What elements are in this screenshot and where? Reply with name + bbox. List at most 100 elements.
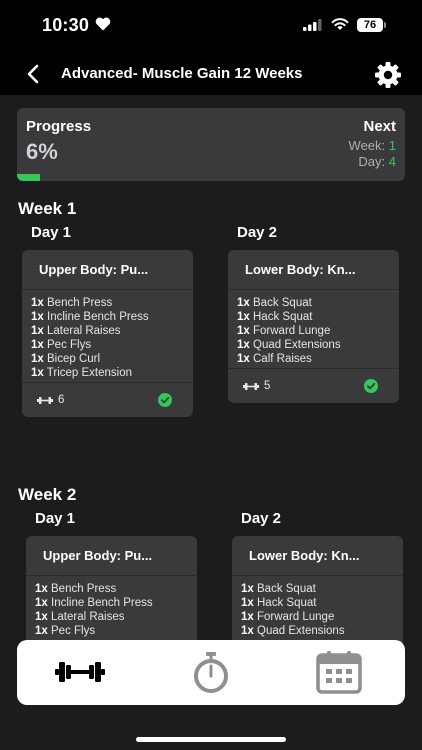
exercise-list: 1x Back Squat 1x Hack Squat 1x Forward L… (228, 290, 399, 368)
exercise-item: 1x Lateral Raises (31, 324, 193, 338)
exercise-item: 1x Bicep Curl (31, 352, 193, 366)
next-week-value: 1 (388, 138, 396, 153)
exercise-qty: 1x (35, 597, 48, 609)
workout-card-week1-day2[interactable]: Lower Body: Kn... 1x Back Squat 1x Hack … (228, 250, 399, 403)
tab-workouts[interactable] (17, 640, 146, 705)
exercise-name: Lateral Raises (47, 325, 121, 337)
page-title: Advanced- Muscle Gain 12 Weeks (61, 65, 303, 82)
exercise-item: 1x Forward Lunge (241, 610, 403, 624)
exercise-item: 1x Lateral Raises (35, 610, 197, 624)
exercise-qty: 1x (237, 297, 250, 309)
day-title: Day 1 (31, 224, 72, 241)
exercise-qty: 1x (31, 353, 44, 365)
signal-icon (303, 19, 322, 31)
exercise-name: Bicep Curl (47, 353, 101, 365)
next-week-label: Week: (348, 138, 386, 153)
exercise-qty: 1x (237, 339, 250, 351)
exercise-item: 1x Back Squat (237, 296, 399, 310)
stopwatch-icon (194, 652, 228, 693)
checkmark-icon (364, 379, 378, 393)
exercise-name: Hack Squat (253, 311, 313, 323)
exercise-qty: 1x (241, 625, 254, 637)
wifi-icon (331, 18, 349, 30)
tab-timer[interactable] (146, 640, 275, 705)
day-title: Day 2 (241, 510, 282, 527)
exercise-item: 1x Pec Flys (31, 338, 193, 352)
card-footer: 5 (228, 369, 399, 403)
exercise-qty: 1x (237, 325, 250, 337)
status-time: 10:30 (42, 15, 90, 35)
tab-bar (17, 640, 405, 705)
exercise-qty: 1x (31, 325, 44, 337)
exercise-qty: 1x (31, 339, 44, 351)
exercise-name: Forward Lunge (257, 611, 335, 623)
exercise-item: 1x Quad Extensions (241, 624, 403, 638)
week-title: Week 2 (18, 485, 77, 504)
exercise-qty: 1x (35, 625, 48, 637)
exercise-item: 1x Forward Lunge (237, 324, 399, 338)
exercise-item: 1x Pec Flys (35, 624, 197, 638)
exercise-qty: 1x (35, 611, 48, 623)
exercise-name: Pec Flys (47, 339, 92, 351)
progress-value: 6% (26, 139, 58, 164)
exercise-item: 1x Bench Press (31, 296, 193, 310)
workout-card-week1-day1[interactable]: Upper Body: Pu... 1x Bench Press 1x Incl… (22, 250, 193, 417)
nav-bar: Advanced- Muscle Gain 12 Weeks (0, 52, 422, 95)
dumbbell-icon (243, 383, 259, 390)
exercise-list: 1x Bench Press 1x Incline Bench Press 1x… (26, 576, 197, 640)
day-title: Day 2 (237, 224, 278, 241)
exercise-item: 1x Bench Press (35, 582, 197, 596)
next-day: Day: 4 (358, 154, 396, 169)
back-chevron-icon[interactable] (22, 62, 46, 86)
exercise-item: 1x Incline Bench Press (35, 596, 197, 610)
exercise-qty: 1x (31, 367, 44, 379)
progress-label: Progress (26, 118, 92, 135)
exercise-count: 6 (58, 394, 65, 406)
gear-icon[interactable] (372, 59, 404, 91)
exercise-name: Quad Extensions (257, 625, 345, 637)
day-title: Day 1 (35, 510, 76, 527)
dumbbell-icon (55, 662, 105, 682)
exercise-name: Pec Flys (51, 625, 96, 637)
exercise-item: 1x Hack Squat (241, 596, 403, 610)
status-bar: 10:30 76 (0, 0, 422, 52)
exercise-qty: 1x (241, 611, 254, 623)
next-day-value: 4 (388, 154, 396, 169)
battery-tip (384, 22, 386, 28)
calendar-icon (316, 651, 362, 694)
exercise-name: Bench Press (51, 583, 117, 595)
progress-bar (17, 174, 405, 181)
exercise-qty: 1x (35, 583, 48, 595)
workout-card-week2-day1[interactable]: Upper Body: Pu... 1x Bench Press 1x Incl… (26, 536, 197, 651)
exercise-name: Incline Bench Press (47, 311, 149, 323)
tab-calendar[interactable] (275, 640, 404, 705)
next-label: Next (363, 118, 396, 135)
heart-icon (95, 17, 111, 31)
dumbbell-icon (37, 397, 53, 404)
card-footer: 6 (22, 383, 193, 417)
exercise-item: 1x Hack Squat (237, 310, 399, 324)
exercise-name: Calf Raises (253, 353, 312, 365)
progress-card: Progress 6% Next Week: 1 Day: 4 (17, 108, 405, 181)
week-title: Week 1 (18, 199, 77, 218)
workout-card-title: Lower Body: Kn... (249, 548, 360, 563)
exercise-qty: 1x (241, 597, 254, 609)
exercise-item: 1x Back Squat (241, 582, 403, 596)
exercise-name: Bench Press (47, 297, 113, 309)
exercise-count: 5 (264, 380, 271, 392)
checkmark-icon (158, 393, 172, 407)
home-indicator (136, 737, 286, 742)
workout-card-title: Lower Body: Kn... (245, 262, 356, 277)
exercise-qty: 1x (237, 353, 250, 365)
exercise-item: 1x Quad Extensions (237, 338, 399, 352)
workout-card-week2-day2[interactable]: Lower Body: Kn... 1x Back Squat 1x Hack … (232, 536, 403, 651)
exercise-name: Back Squat (253, 297, 312, 309)
battery-indicator: 76 (357, 18, 383, 32)
exercise-name: Incline Bench Press (51, 597, 153, 609)
exercise-name: Hack Squat (257, 597, 317, 609)
exercise-item: 1x Tricep Extension (31, 366, 193, 380)
exercise-item: 1x Calf Raises (237, 352, 399, 366)
exercise-name: Quad Extensions (253, 339, 341, 351)
exercise-name: Lateral Raises (51, 611, 125, 623)
exercise-item: 1x Incline Bench Press (31, 310, 193, 324)
